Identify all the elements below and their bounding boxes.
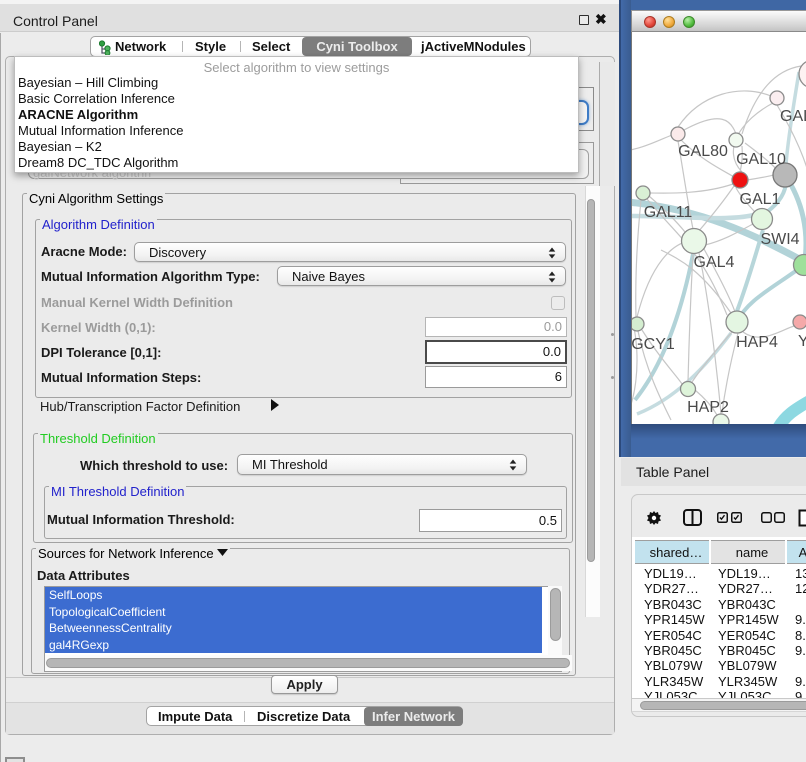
svg-text:HAP4: HAP4 — [736, 334, 778, 351]
svg-text:GCY1: GCY1 — [632, 336, 675, 353]
svg-text:GAL4: GAL4 — [694, 254, 735, 271]
svg-text:HAP2: HAP2 — [687, 399, 729, 416]
svg-text:GAL11: GAL11 — [644, 204, 693, 221]
svg-text:SWI4: SWI4 — [760, 231, 799, 248]
svg-text:YM: YM — [798, 333, 806, 350]
svg-text:GAL80: GAL80 — [678, 143, 728, 160]
svg-text:GAL10: GAL10 — [736, 151, 786, 168]
svg-text:GAL1: GAL1 — [740, 191, 781, 208]
svg-text:GAL2: GAL2 — [780, 108, 806, 125]
